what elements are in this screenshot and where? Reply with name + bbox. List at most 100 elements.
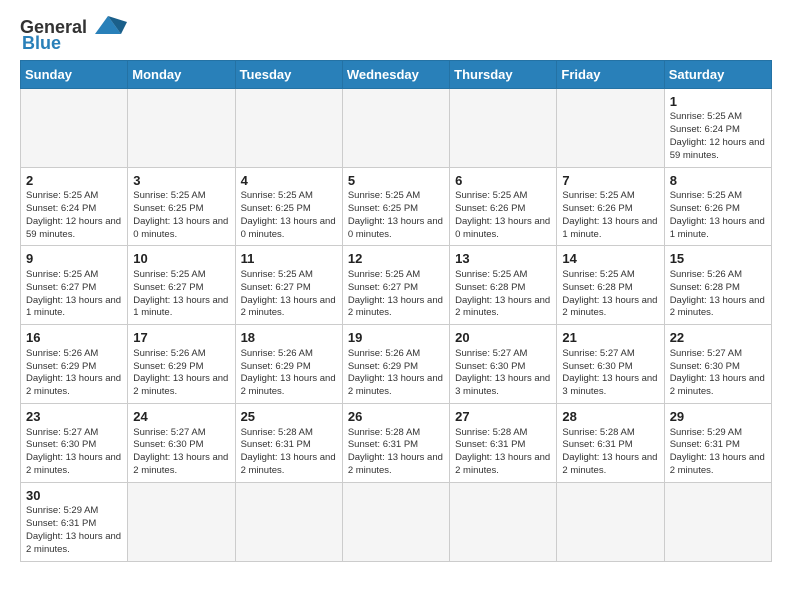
- day-number: 12: [348, 250, 444, 268]
- day-number: 7: [562, 172, 658, 190]
- day-info: Sunrise: 5:28 AM Sunset: 6:31 PM Dayligh…: [241, 427, 337, 478]
- day-info: Sunrise: 5:25 AM Sunset: 6:28 PM Dayligh…: [455, 269, 551, 320]
- weekday-header-row: SundayMondayTuesdayWednesdayThursdayFrid…: [21, 60, 772, 88]
- day-info: Sunrise: 5:26 AM Sunset: 6:29 PM Dayligh…: [133, 348, 229, 399]
- day-info: Sunrise: 5:25 AM Sunset: 6:26 PM Dayligh…: [562, 190, 658, 241]
- calendar-cell: 21Sunrise: 5:27 AM Sunset: 6:30 PM Dayli…: [557, 325, 664, 404]
- day-number: 25: [241, 408, 337, 426]
- day-number: 23: [26, 408, 122, 426]
- day-info: Sunrise: 5:27 AM Sunset: 6:30 PM Dayligh…: [455, 348, 551, 399]
- logo-blue-text: Blue: [22, 34, 61, 54]
- day-number: 24: [133, 408, 229, 426]
- day-info: Sunrise: 5:25 AM Sunset: 6:28 PM Dayligh…: [562, 269, 658, 320]
- calendar-cell: 13Sunrise: 5:25 AM Sunset: 6:28 PM Dayli…: [450, 246, 557, 325]
- header: General Blue: [20, 16, 772, 54]
- weekday-header-friday: Friday: [557, 60, 664, 88]
- calendar-cell: 19Sunrise: 5:26 AM Sunset: 6:29 PM Dayli…: [342, 325, 449, 404]
- calendar-cell: 18Sunrise: 5:26 AM Sunset: 6:29 PM Dayli…: [235, 325, 342, 404]
- day-info: Sunrise: 5:25 AM Sunset: 6:27 PM Dayligh…: [133, 269, 229, 320]
- day-number: 27: [455, 408, 551, 426]
- day-number: 2: [26, 172, 122, 190]
- calendar-table: SundayMondayTuesdayWednesdayThursdayFrid…: [20, 60, 772, 562]
- calendar-cell: 11Sunrise: 5:25 AM Sunset: 6:27 PM Dayli…: [235, 246, 342, 325]
- calendar-cell: 2Sunrise: 5:25 AM Sunset: 6:24 PM Daylig…: [21, 167, 128, 246]
- day-number: 3: [133, 172, 229, 190]
- calendar-cell: 4Sunrise: 5:25 AM Sunset: 6:25 PM Daylig…: [235, 167, 342, 246]
- day-info: Sunrise: 5:25 AM Sunset: 6:26 PM Dayligh…: [670, 190, 766, 241]
- calendar-cell: 29Sunrise: 5:29 AM Sunset: 6:31 PM Dayli…: [664, 403, 771, 482]
- day-info: Sunrise: 5:29 AM Sunset: 6:31 PM Dayligh…: [670, 427, 766, 478]
- day-number: 20: [455, 329, 551, 347]
- calendar-cell: 17Sunrise: 5:26 AM Sunset: 6:29 PM Dayli…: [128, 325, 235, 404]
- day-info: Sunrise: 5:27 AM Sunset: 6:30 PM Dayligh…: [26, 427, 122, 478]
- weekday-header-wednesday: Wednesday: [342, 60, 449, 88]
- calendar-cell: 24Sunrise: 5:27 AM Sunset: 6:30 PM Dayli…: [128, 403, 235, 482]
- day-number: 4: [241, 172, 337, 190]
- weekday-header-monday: Monday: [128, 60, 235, 88]
- day-info: Sunrise: 5:25 AM Sunset: 6:27 PM Dayligh…: [348, 269, 444, 320]
- weekday-header-thursday: Thursday: [450, 60, 557, 88]
- day-number: 28: [562, 408, 658, 426]
- calendar-cell: [342, 482, 449, 561]
- calendar-cell: [235, 482, 342, 561]
- calendar-cell: 25Sunrise: 5:28 AM Sunset: 6:31 PM Dayli…: [235, 403, 342, 482]
- calendar-cell: [21, 88, 128, 167]
- day-info: Sunrise: 5:25 AM Sunset: 6:26 PM Dayligh…: [455, 190, 551, 241]
- day-number: 18: [241, 329, 337, 347]
- day-info: Sunrise: 5:26 AM Sunset: 6:29 PM Dayligh…: [348, 348, 444, 399]
- calendar-cell: 8Sunrise: 5:25 AM Sunset: 6:26 PM Daylig…: [664, 167, 771, 246]
- day-number: 19: [348, 329, 444, 347]
- day-number: 11: [241, 250, 337, 268]
- weekday-header-saturday: Saturday: [664, 60, 771, 88]
- day-number: 14: [562, 250, 658, 268]
- day-info: Sunrise: 5:25 AM Sunset: 6:25 PM Dayligh…: [241, 190, 337, 241]
- calendar-cell: 12Sunrise: 5:25 AM Sunset: 6:27 PM Dayli…: [342, 246, 449, 325]
- calendar-cell: [664, 482, 771, 561]
- calendar-cell: 20Sunrise: 5:27 AM Sunset: 6:30 PM Dayli…: [450, 325, 557, 404]
- day-info: Sunrise: 5:26 AM Sunset: 6:29 PM Dayligh…: [241, 348, 337, 399]
- day-number: 15: [670, 250, 766, 268]
- day-number: 26: [348, 408, 444, 426]
- day-info: Sunrise: 5:25 AM Sunset: 6:27 PM Dayligh…: [241, 269, 337, 320]
- calendar-cell: [557, 482, 664, 561]
- calendar-cell: [128, 88, 235, 167]
- day-number: 17: [133, 329, 229, 347]
- day-info: Sunrise: 5:26 AM Sunset: 6:29 PM Dayligh…: [26, 348, 122, 399]
- calendar-cell: [128, 482, 235, 561]
- logo: General Blue: [20, 16, 127, 54]
- calendar-cell: 16Sunrise: 5:26 AM Sunset: 6:29 PM Dayli…: [21, 325, 128, 404]
- calendar-cell: 30Sunrise: 5:29 AM Sunset: 6:31 PM Dayli…: [21, 482, 128, 561]
- calendar-cell: [450, 88, 557, 167]
- calendar-cell: [450, 482, 557, 561]
- day-number: 13: [455, 250, 551, 268]
- calendar-cell: 27Sunrise: 5:28 AM Sunset: 6:31 PM Dayli…: [450, 403, 557, 482]
- calendar-cell: 6Sunrise: 5:25 AM Sunset: 6:26 PM Daylig…: [450, 167, 557, 246]
- day-info: Sunrise: 5:28 AM Sunset: 6:31 PM Dayligh…: [562, 427, 658, 478]
- day-info: Sunrise: 5:27 AM Sunset: 6:30 PM Dayligh…: [562, 348, 658, 399]
- day-number: 6: [455, 172, 551, 190]
- calendar-cell: 3Sunrise: 5:25 AM Sunset: 6:25 PM Daylig…: [128, 167, 235, 246]
- day-number: 29: [670, 408, 766, 426]
- day-number: 21: [562, 329, 658, 347]
- calendar-cell: 7Sunrise: 5:25 AM Sunset: 6:26 PM Daylig…: [557, 167, 664, 246]
- day-info: Sunrise: 5:25 AM Sunset: 6:27 PM Dayligh…: [26, 269, 122, 320]
- day-number: 10: [133, 250, 229, 268]
- day-info: Sunrise: 5:25 AM Sunset: 6:24 PM Dayligh…: [26, 190, 122, 241]
- calendar-cell: 10Sunrise: 5:25 AM Sunset: 6:27 PM Dayli…: [128, 246, 235, 325]
- day-info: Sunrise: 5:27 AM Sunset: 6:30 PM Dayligh…: [670, 348, 766, 399]
- day-number: 30: [26, 487, 122, 505]
- calendar-cell: [235, 88, 342, 167]
- day-info: Sunrise: 5:29 AM Sunset: 6:31 PM Dayligh…: [26, 505, 122, 556]
- day-number: 22: [670, 329, 766, 347]
- calendar-cell: [342, 88, 449, 167]
- weekday-header-tuesday: Tuesday: [235, 60, 342, 88]
- calendar-cell: 15Sunrise: 5:26 AM Sunset: 6:28 PM Dayli…: [664, 246, 771, 325]
- day-number: 1: [670, 93, 766, 111]
- day-info: Sunrise: 5:28 AM Sunset: 6:31 PM Dayligh…: [455, 427, 551, 478]
- calendar-cell: [557, 88, 664, 167]
- day-number: 8: [670, 172, 766, 190]
- calendar-cell: 28Sunrise: 5:28 AM Sunset: 6:31 PM Dayli…: [557, 403, 664, 482]
- day-info: Sunrise: 5:26 AM Sunset: 6:28 PM Dayligh…: [670, 269, 766, 320]
- day-info: Sunrise: 5:25 AM Sunset: 6:25 PM Dayligh…: [133, 190, 229, 241]
- day-info: Sunrise: 5:28 AM Sunset: 6:31 PM Dayligh…: [348, 427, 444, 478]
